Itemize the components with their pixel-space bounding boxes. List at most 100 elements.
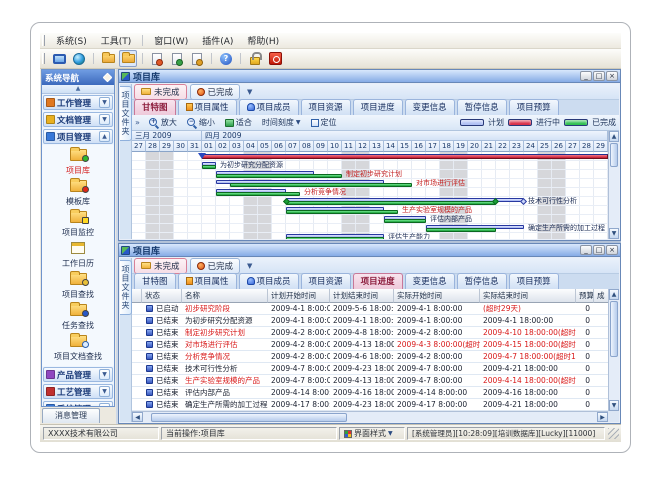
menubar-grip[interactable] <box>42 35 45 46</box>
table-row[interactable]: 已启动初步研究阶段2009-4-1 8:00:002009-5-6 18:00:… <box>132 303 608 315</box>
table-row[interactable]: 已结束生产实验室规模的产品2009-4-7 8:00:002009-4-13 1… <box>132 375 608 387</box>
column-header[interactable]: 计划开始时间 <box>268 289 330 303</box>
toolbar-folder-open-icon[interactable] <box>119 50 137 67</box>
maximize-button[interactable]: □ <box>593 245 605 255</box>
tab-properties[interactable]: 项目属性 <box>178 99 237 115</box>
actual-bar[interactable] <box>426 228 496 232</box>
sidebar-item-template-library[interactable]: 模板库 <box>43 178 113 206</box>
folder-tab-finished[interactable]: 已完成 <box>190 84 241 100</box>
tab-members[interactable]: 项目成员 <box>239 99 299 115</box>
scroll-right-icon[interactable]: ▶ <box>597 412 608 422</box>
sidebar-section-process[interactable]: 工艺管理▼ <box>43 384 113 399</box>
actual-bar[interactable] <box>202 165 216 169</box>
menu-plugins[interactable]: 插件(A) <box>195 33 240 48</box>
zoom-in-button[interactable]: +放大 <box>145 116 181 129</box>
tab-gantt[interactable]: 甘特图 <box>134 99 176 115</box>
tab-resources[interactable]: 项目资源 <box>301 99 351 115</box>
chevron-down-icon[interactable]: ▼ <box>99 97 110 108</box>
scrollbar-thumb[interactable] <box>151 413 347 422</box>
tab-changes[interactable]: 变更信息 <box>405 273 455 289</box>
close-button[interactable]: × <box>606 245 618 255</box>
actual-bar[interactable] <box>216 192 300 196</box>
side-tab-project-folder[interactable]: 项目文件夹 <box>120 260 132 315</box>
interface-style-button[interactable]: 界面样式 ▼ <box>339 427 405 440</box>
tab-progress[interactable]: 项目进度 <box>353 273 403 289</box>
tab-pauses[interactable]: 暂停信息 <box>457 273 507 289</box>
table-horizontal-scrollbar[interactable]: ◀ ▶ <box>132 411 608 422</box>
menu-system[interactable]: 系统(S) <box>49 33 94 48</box>
table-row[interactable]: 已结束评估内部产品2009-4-14 8:00:002009-4-16 18:0… <box>132 387 608 399</box>
folder-tabs-overflow-icon[interactable]: ▼ <box>243 262 256 270</box>
sidebar-collapse-button[interactable]: ▲ <box>42 85 114 94</box>
window-titlebar[interactable]: 项目库 _ □ × <box>119 70 620 83</box>
table-row[interactable]: 已结束为初步研究分配资源2009-4-1 8:00:002009-4-1 18:… <box>132 315 608 327</box>
sidebar-section-work[interactable]: 工作管理▼ <box>43 95 113 110</box>
sidebar-item-project-doc-search[interactable]: 项目文档查找 <box>43 333 113 361</box>
pin-icon[interactable] <box>103 73 113 83</box>
gantt-vertical-scrollbar[interactable]: ▲ ▼ <box>608 131 619 239</box>
column-header[interactable]: 实际开始时间 <box>394 289 480 303</box>
actual-bar[interactable] <box>286 210 398 214</box>
table-vertical-scrollbar[interactable]: ▲ ▼ <box>608 289 619 411</box>
table-row[interactable]: 已结束对市场进行评估2009-4-2 8:00:002009-4-13 18:0… <box>132 339 608 351</box>
toolbar-overflow-icon[interactable]: » <box>135 118 140 127</box>
sidebar-item-project-library[interactable]: 项目库 <box>43 147 113 175</box>
sidebar-item-project-monitor[interactable]: 项目监控 <box>43 209 113 237</box>
toolbar-mail-1-icon[interactable] <box>148 50 166 67</box>
toolbar-grip[interactable] <box>42 53 45 64</box>
folder-tab-unfinished[interactable]: 未完成 <box>134 84 187 100</box>
sidebar-section-system-mgmt[interactable]: 系统管理▼ <box>43 401 113 406</box>
toolbar-computer-icon[interactable] <box>50 50 68 67</box>
toolbar-help-icon[interactable] <box>217 50 235 67</box>
toolbar-lock-icon[interactable] <box>246 50 264 67</box>
scroll-up-icon[interactable]: ▲ <box>609 289 619 300</box>
menu-window[interactable]: 窗口(W) <box>147 33 195 48</box>
sidebar-item-project-search[interactable]: 项目查找 <box>43 271 113 299</box>
chevron-down-icon[interactable]: ▼ <box>99 386 110 397</box>
scroll-down-icon[interactable]: ▼ <box>609 228 619 239</box>
folder-tab-unfinished[interactable]: 未完成 <box>134 258 187 274</box>
side-tab-project-folder[interactable]: 项目文件夹 <box>120 86 132 141</box>
tab-message-management[interactable]: 消息管理 <box>42 408 100 423</box>
tab-budget[interactable]: 项目预算 <box>509 273 559 289</box>
table-row[interactable]: 已结束技术可行性分析2009-4-7 8:00:002009-4-23 18:0… <box>132 363 608 375</box>
tab-members[interactable]: 项目成员 <box>239 273 299 289</box>
sidebar-section-document[interactable]: 文档管理▼ <box>43 112 113 127</box>
toolbar-folder-icon[interactable] <box>99 50 117 67</box>
menu-help[interactable]: 帮助(H) <box>240 33 286 48</box>
scrollbar-thumb[interactable] <box>610 143 618 167</box>
sidebar-section-product[interactable]: 产品管理▼ <box>43 367 113 382</box>
chevron-up-icon[interactable]: ▲ <box>99 131 110 142</box>
toolbar-exit-icon[interactable] <box>266 50 284 67</box>
sidebar-item-task-search[interactable]: 任务查找 <box>43 302 113 330</box>
tab-resources[interactable]: 项目资源 <box>301 273 351 289</box>
minimize-button[interactable]: _ <box>580 245 592 255</box>
toolbar-mail-2-icon[interactable] <box>168 50 186 67</box>
tab-properties[interactable]: 项目属性 <box>178 273 237 289</box>
close-button[interactable]: × <box>606 71 618 81</box>
table-row[interactable]: 已结束制定初步研究计划2009-4-2 8:00:002009-4-8 18:0… <box>132 327 608 339</box>
actual-bar[interactable] <box>230 183 412 187</box>
sidebar-section-project[interactable]: 项目管理▲ <box>43 129 113 144</box>
tab-pauses[interactable]: 暂停信息 <box>457 99 507 115</box>
chevron-down-icon[interactable]: ▼ <box>99 114 110 125</box>
table-row[interactable]: 已结束分析竞争情况2009-4-2 8:00:002009-4-6 18:00:… <box>132 351 608 363</box>
column-header[interactable]: 实际结束时间 <box>480 289 576 303</box>
maximize-button[interactable]: □ <box>593 71 605 81</box>
time-scale-button[interactable]: 时间刻度▼ <box>258 116 305 129</box>
actual-bar[interactable] <box>286 237 384 239</box>
column-header[interactable]: 状态 <box>142 289 182 303</box>
scroll-left-icon[interactable]: ◀ <box>132 412 143 422</box>
tab-budget[interactable]: 项目预算 <box>509 99 559 115</box>
scroll-down-icon[interactable]: ▼ <box>609 400 619 411</box>
chevron-down-icon[interactable]: ▼ <box>99 369 110 380</box>
resize-grip[interactable] <box>608 428 619 439</box>
window-titlebar[interactable]: 项目库 _ □ × <box>119 244 620 257</box>
tab-changes[interactable]: 变更信息 <box>405 99 455 115</box>
chevron-down-icon[interactable]: ▼ <box>99 403 110 406</box>
actual-bar[interactable] <box>286 201 496 205</box>
tab-progress[interactable]: 项目进度 <box>353 99 403 115</box>
folder-tab-finished[interactable]: 已完成 <box>190 258 241 274</box>
column-header[interactable]: 名称 <box>182 289 268 303</box>
fit-button[interactable]: 适合 <box>221 116 256 129</box>
